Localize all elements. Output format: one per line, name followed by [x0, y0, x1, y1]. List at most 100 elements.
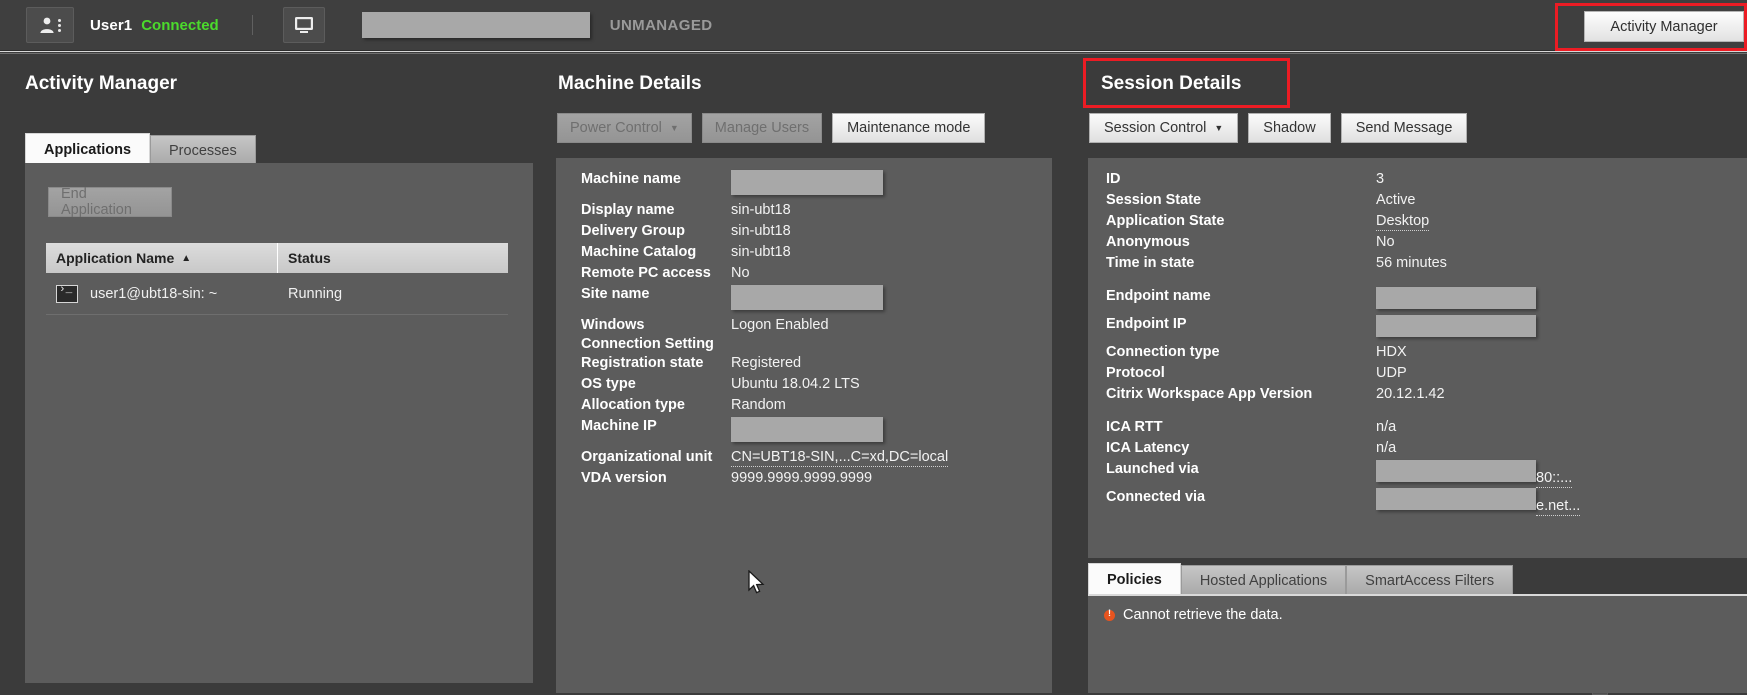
detail-value-trailing[interactable]: 80::...	[1536, 470, 1573, 488]
detail-row: Endpoint name	[1088, 287, 1747, 315]
detail-row: Connected via e.net...	[1088, 488, 1747, 516]
detail-value: 56 minutes	[1376, 254, 1447, 273]
detail-row: Machine name	[556, 170, 1052, 201]
kebab-menu-icon[interactable]	[58, 18, 61, 32]
machine-details-title: Machine Details	[558, 73, 702, 94]
redacted-machine-field	[361, 12, 590, 38]
user-glyph-icon	[40, 17, 54, 33]
toolbar-divider	[251, 15, 253, 35]
detail-value-text: 3	[1376, 171, 1385, 187]
session-details-tabs: Policies Hosted Applications SmartAccess…	[1088, 563, 1514, 595]
detail-value: Registered	[726, 354, 801, 373]
detail-row: Registration state Registered	[556, 354, 1052, 375]
tab-processes[interactable]: Processes	[150, 135, 256, 165]
detail-value: n/a	[1376, 418, 1396, 437]
detail-value-text[interactable]: Desktop	[1376, 213, 1430, 231]
detail-value	[726, 417, 883, 448]
detail-value	[726, 285, 883, 316]
detail-row: Machine Catalog sin-ubt18	[556, 243, 1052, 264]
detail-row: VDA version 9999.9999.9999.9999	[556, 469, 1052, 490]
user-card-icon	[39, 16, 61, 34]
detail-row: Windows Connection Setting Logon Enabled	[556, 316, 1052, 354]
redacted-value	[731, 417, 883, 442]
policies-tab-content: Cannot retrieve the data.	[1088, 594, 1747, 693]
detail-value	[1376, 315, 1536, 343]
detail-spacer	[1088, 275, 1747, 287]
chevron-down-icon: ▼	[669, 123, 679, 133]
detail-value-text: Random	[731, 397, 786, 413]
detail-label: Registration state	[581, 355, 704, 371]
session-control-button[interactable]: Session Control ▼	[1089, 113, 1239, 143]
detail-value-text[interactable]: CN=UBT18-SIN,...C=xd,DC=local	[731, 449, 949, 467]
detail-row: Launched via80::...	[1088, 460, 1747, 488]
detail-row: Time in state 56 minutes	[1088, 254, 1747, 275]
detail-row: ICA Latency n/a	[1088, 439, 1747, 460]
machine-details-list: Machine name Display name sin-ubt18 Deliver…	[556, 158, 1052, 693]
applications-table: Application Name ▲ Status user1@ubt18-si…	[46, 243, 508, 315]
detail-value: No	[726, 264, 750, 283]
detail-row: Site name	[556, 285, 1052, 316]
manage-users-button[interactable]: Manage Users	[701, 113, 823, 143]
activity-manager-title: Activity Manager	[25, 73, 178, 94]
detail-label: Time in state	[1106, 255, 1195, 271]
detail-spacer	[1088, 406, 1747, 418]
detail-value-text: Ubuntu 18.04.2 LTS	[731, 376, 860, 392]
detail-value[interactable]: Desktop	[1376, 212, 1430, 231]
detail-label: Windows Connection Setting	[581, 317, 714, 352]
detail-value: 3	[1376, 170, 1384, 189]
detail-value: 20.12.1.42	[1376, 385, 1445, 404]
error-message-row: Cannot retrieve the data.	[1104, 607, 1283, 623]
column-application-name[interactable]: Application Name ▲	[46, 243, 278, 273]
connection-status-label: Connected	[141, 16, 219, 34]
detail-value	[1376, 287, 1536, 315]
detail-value: n/a	[1376, 439, 1396, 458]
detail-label: Anonymous	[1106, 234, 1190, 250]
monitor-button[interactable]	[282, 7, 325, 43]
tab-policies[interactable]: Policies	[1088, 563, 1181, 595]
detail-label: Machine name	[581, 171, 681, 187]
tab-applications[interactable]: Applications	[25, 133, 151, 165]
column-status[interactable]: Status	[278, 243, 508, 273]
detail-label: ICA RTT	[1106, 419, 1163, 435]
detail-value: UDP	[1376, 364, 1407, 383]
tab-hosted-applications[interactable]: Hosted Applications	[1180, 565, 1347, 595]
detail-row: Anonymous No	[1088, 233, 1747, 254]
detail-label: Launched via	[1106, 461, 1199, 477]
detail-label: Session State	[1106, 192, 1202, 208]
activity-manager-tabs: Applications Processes	[25, 133, 256, 165]
detail-value-trailing[interactable]: e.net...	[1536, 498, 1581, 516]
detail-row: Machine IP	[556, 417, 1052, 448]
tab-smartaccess-filters[interactable]: SmartAccess Filters	[1346, 565, 1514, 595]
detail-label: Delivery Group	[581, 223, 685, 239]
application-status-cell: Running	[288, 285, 343, 302]
session-details-toolbar: Session Control ▼ Shadow Send Message	[1089, 113, 1468, 143]
detail-value-text: sin-ubt18	[731, 202, 791, 218]
detail-value[interactable]: CN=UBT18-SIN,...C=xd,DC=local	[726, 448, 949, 467]
maintenance-mode-button[interactable]: Maintenance mode	[832, 113, 986, 143]
power-control-button[interactable]: Power Control ▼	[557, 113, 692, 143]
detail-value-text: n/a	[1376, 440, 1397, 456]
detail-value: Active	[1376, 191, 1416, 210]
send-message-button[interactable]: Send Message	[1340, 113, 1468, 143]
detail-value-text: sin-ubt18	[731, 244, 791, 260]
end-application-button[interactable]: End Application	[48, 186, 172, 218]
detail-row: Delivery Group sin-ubt18	[556, 222, 1052, 243]
detail-value-text: 9999.9999.9999.9999	[731, 470, 873, 486]
error-message-text: Cannot retrieve the data.	[1123, 607, 1283, 623]
detail-row: Organizational unit CN=UBT18-SIN,...C=xd,…	[556, 448, 1052, 469]
table-row[interactable]: user1@ubt18-sin: ~ Running	[46, 273, 508, 315]
detail-label: Endpoint name	[1106, 288, 1211, 304]
detail-value-text: No	[731, 265, 750, 281]
detail-row: Session State Active	[1088, 191, 1747, 212]
terminal-icon	[56, 284, 78, 303]
shadow-button[interactable]: Shadow	[1248, 113, 1331, 143]
detail-row: Connection type HDX	[1088, 343, 1747, 364]
detail-label: Connected via	[1106, 489, 1206, 505]
application-name-text: user1@ubt18-sin: ~	[90, 285, 218, 302]
detail-label: ICA Latency	[1106, 440, 1190, 456]
detail-row: Protocol UDP	[1088, 364, 1747, 385]
detail-value: Ubuntu 18.04.2 LTS	[726, 375, 860, 394]
activity-manager-button[interactable]: Activity Manager	[1584, 11, 1744, 42]
application-name-cell: user1@ubt18-sin: ~	[46, 284, 278, 303]
user-card-button[interactable]	[26, 7, 74, 43]
